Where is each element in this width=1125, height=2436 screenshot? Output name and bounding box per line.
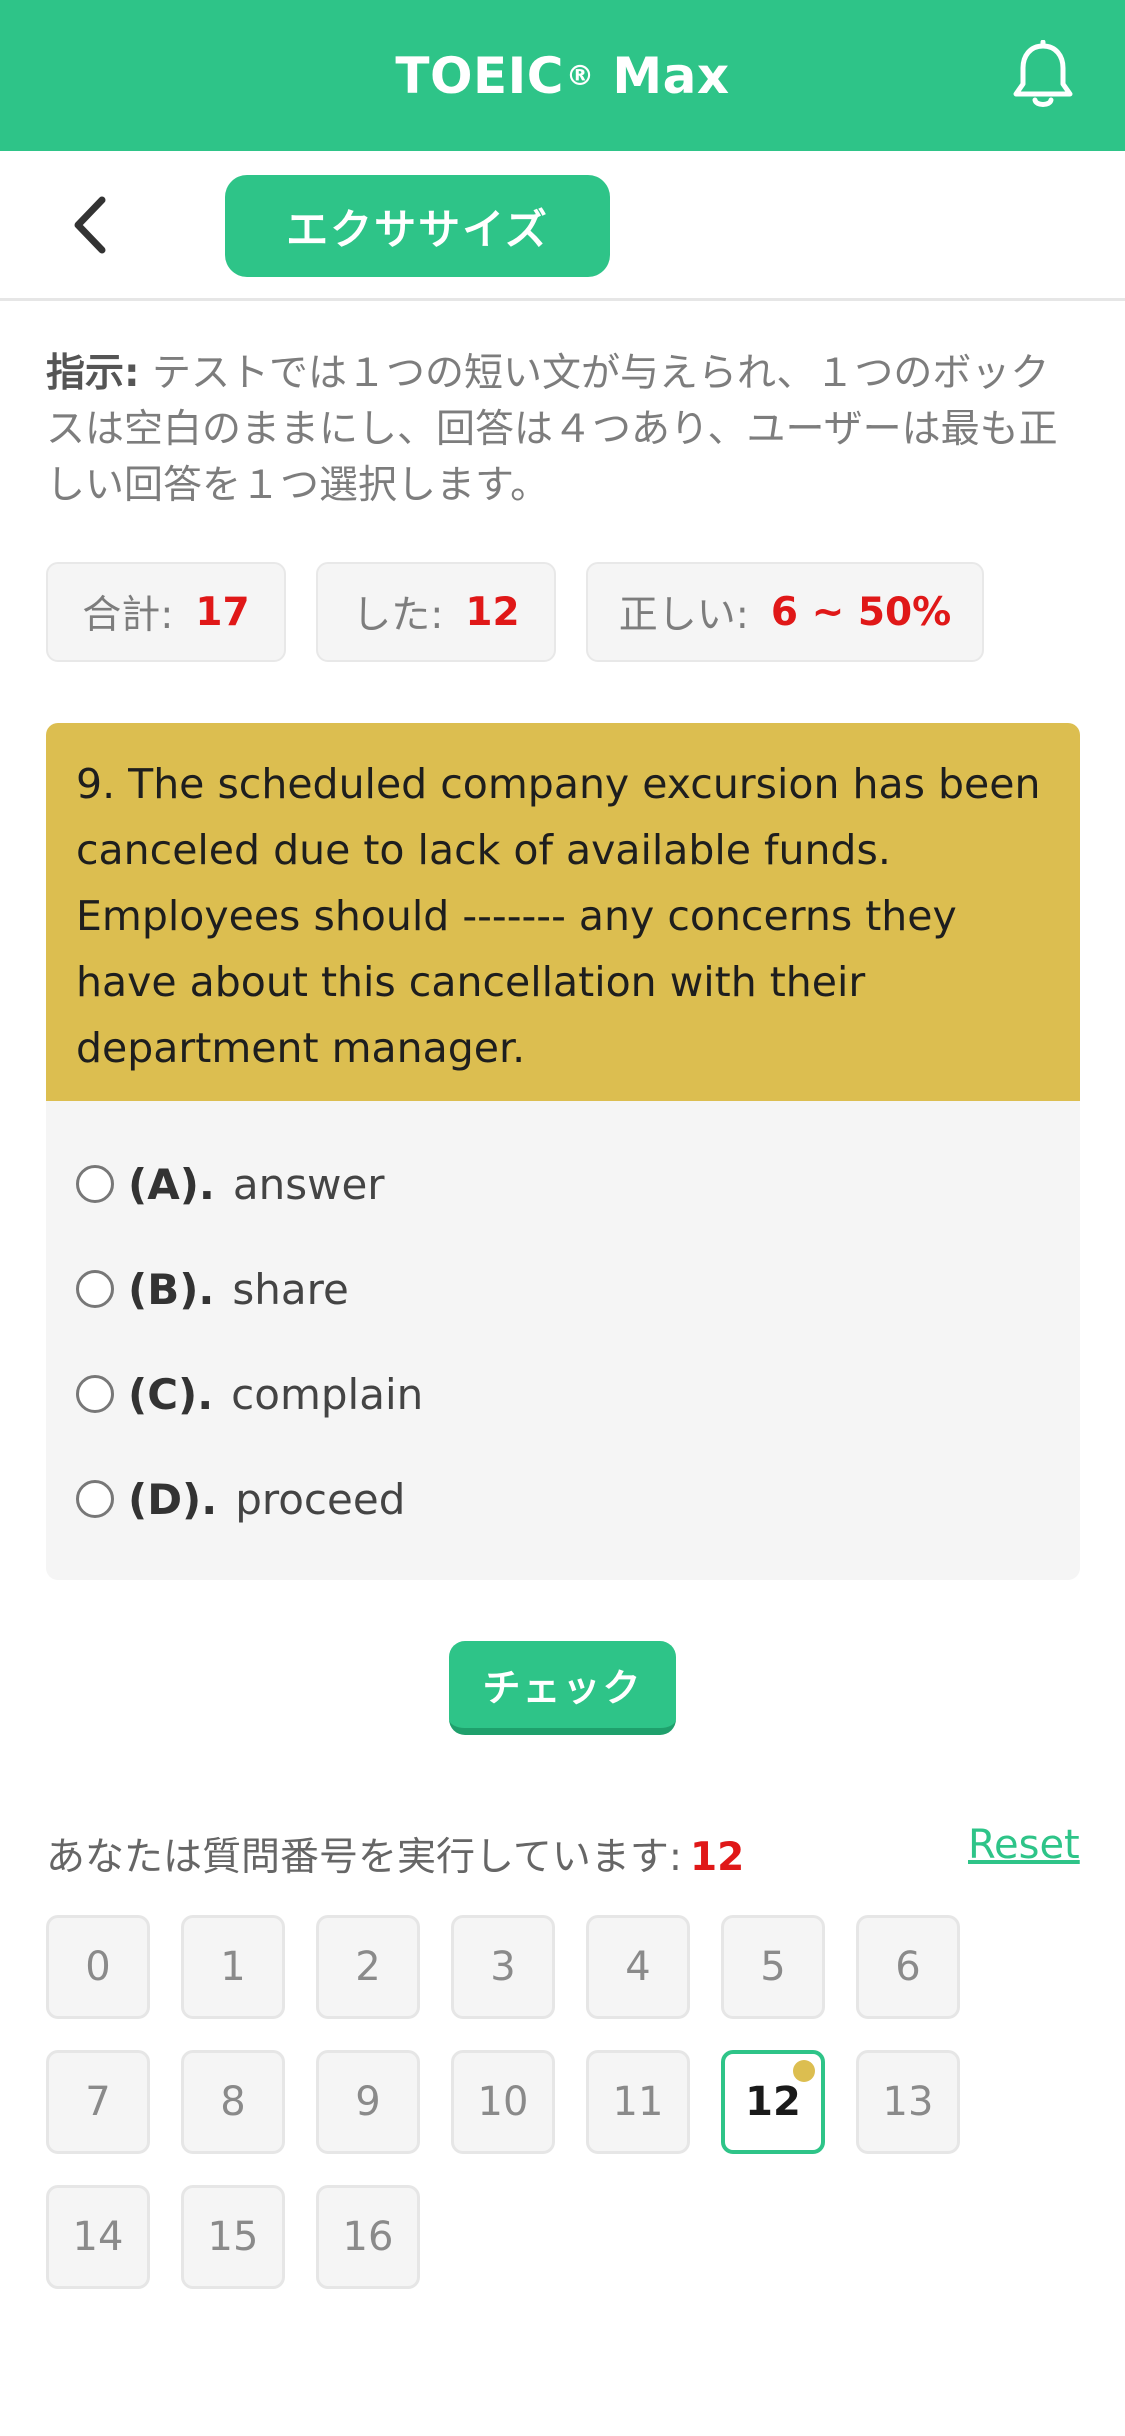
question-number-button[interactable]: 14 <box>46 2185 150 2289</box>
app-header: TOEIC ® Max <box>0 0 1125 151</box>
progress-text: あなたは質問番号を実行しています: 12 <box>46 1835 745 1880</box>
question-number-button[interactable]: 16 <box>316 2185 420 2289</box>
question-number-button[interactable]: 11 <box>586 2050 690 2154</box>
sub-header: エクササイズ <box>0 151 1125 301</box>
reset-link[interactable]: Reset <box>968 1822 1080 1868</box>
answer-options: (A). answer (B). share (C). complain (D)… <box>46 1101 1080 1580</box>
instructions: 指示: テストでは１つの短い文が与えられ、１つのボックスは空白のままにし、回答は… <box>46 346 1080 514</box>
radio-button[interactable] <box>76 1270 114 1308</box>
app-title: TOEIC ® Max <box>395 46 730 105</box>
stat-total: 合計: 17 <box>46 562 286 662</box>
option-d[interactable]: (D). proceed <box>76 1469 405 1529</box>
radio-button[interactable] <box>76 1480 114 1518</box>
stat-done: した: 12 <box>316 562 556 662</box>
question-number-button[interactable]: 0 <box>46 1915 150 2019</box>
radio-button[interactable] <box>76 1375 114 1413</box>
instructions-text: テストでは１つの短い文が与えられ、１つのボックスは空白のままにし、回答は４つあり… <box>46 351 1058 508</box>
option-a[interactable]: (A). answer <box>76 1154 385 1214</box>
question-number-button[interactable]: 10 <box>451 2050 555 2154</box>
question-card: 9. The scheduled company excursion has b… <box>46 723 1080 1580</box>
question-number-button[interactable]: 8 <box>181 2050 285 2154</box>
tab-exercise[interactable]: エクササイズ <box>225 175 610 277</box>
question-text: 9. The scheduled company excursion has b… <box>46 723 1080 1101</box>
question-number-button[interactable]: 5 <box>721 1915 825 2019</box>
question-number-button-current[interactable]: 12 <box>721 2050 825 2154</box>
bell-icon[interactable] <box>1008 40 1078 110</box>
check-button[interactable]: チェック <box>449 1641 676 1735</box>
current-question-number: 12 <box>689 1835 745 1880</box>
question-number-button[interactable]: 15 <box>181 2185 285 2289</box>
radio-button[interactable] <box>76 1165 114 1203</box>
option-b[interactable]: (B). share <box>76 1259 349 1319</box>
instructions-label: 指示: <box>46 351 140 396</box>
chevron-left-icon[interactable] <box>60 195 120 255</box>
question-number-button[interactable]: 7 <box>46 2050 150 2154</box>
question-number-button[interactable]: 4 <box>586 1915 690 2019</box>
current-indicator-dot <box>793 2060 815 2082</box>
question-number-button[interactable]: 3 <box>451 1915 555 2019</box>
question-number-button[interactable]: 1 <box>181 1915 285 2019</box>
question-number-button[interactable]: 2 <box>316 1915 420 2019</box>
question-number-button[interactable]: 6 <box>856 1915 960 2019</box>
question-number-button[interactable]: 13 <box>856 2050 960 2154</box>
question-number-button[interactable]: 9 <box>316 2050 420 2154</box>
option-c[interactable]: (C). complain <box>76 1364 423 1424</box>
stat-correct: 正しい: 6 ~ 50% <box>586 562 984 662</box>
